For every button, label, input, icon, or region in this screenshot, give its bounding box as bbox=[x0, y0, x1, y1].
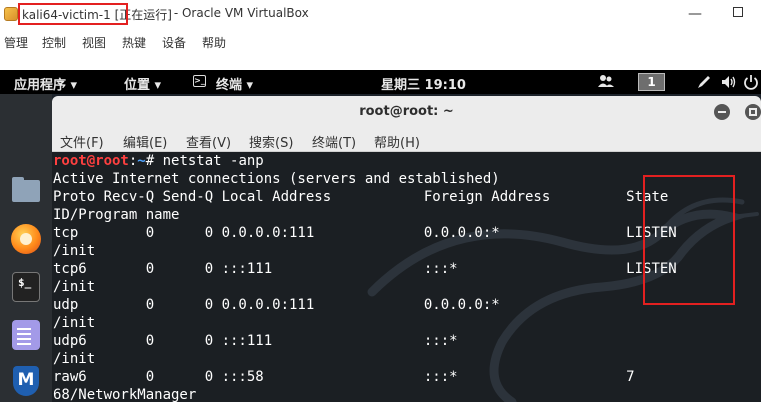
terminal-output-line: udp6 0 0 :::111 :::* bbox=[53, 333, 458, 349]
dock: $_ M bbox=[0, 94, 52, 402]
volume-icon[interactable] bbox=[721, 74, 737, 94]
terminal-app-menu[interactable]: 终端 ▾ bbox=[216, 74, 253, 93]
vbox-menu-view[interactable]: 视图 bbox=[82, 34, 106, 51]
pen-icon[interactable] bbox=[696, 74, 712, 94]
terminal-minimize-button[interactable] bbox=[714, 104, 730, 120]
terminal-titlebar[interactable]: root@root: ~ bbox=[52, 96, 761, 127]
terminal-output-line: Active Internet connections (servers and… bbox=[53, 171, 500, 187]
terminal-output-line: Proto Recv-Q Send-Q Local Address Foreig… bbox=[53, 189, 669, 205]
terminal-output-line: /init bbox=[53, 351, 96, 367]
terminal-output-line: /init bbox=[53, 279, 96, 295]
power-icon[interactable] bbox=[743, 74, 759, 94]
terminal-icon[interactable]: $_ bbox=[10, 272, 42, 302]
files-icon[interactable] bbox=[10, 176, 42, 206]
virtualbox-app-icon bbox=[4, 7, 18, 21]
terminal-output-line: tcp6 0 0 :::111 :::* LISTEN bbox=[53, 261, 677, 277]
places-menu[interactable]: 位置 ▾ bbox=[124, 74, 161, 93]
terminal-output[interactable]: root@root:~# netstat -anp Active Interne… bbox=[52, 152, 761, 402]
terminal-output-line: /init bbox=[53, 243, 96, 259]
vbox-menu-manage[interactable]: 管理 bbox=[4, 34, 28, 51]
terminal-output-line: /init bbox=[53, 315, 96, 331]
terminal-small-icon: >_ bbox=[193, 75, 206, 87]
vbox-toolbar-gap bbox=[0, 52, 761, 70]
terminal-menu-terminal[interactable]: 终端(T) bbox=[312, 132, 356, 151]
terminal-menu-view[interactable]: 查看(V) bbox=[186, 132, 231, 151]
terminal-title: root@root: ~ bbox=[359, 104, 454, 119]
terminal-output-line: raw6 0 0 :::58 :::* 7 bbox=[53, 369, 635, 385]
terminal-output-line: ID/Program name bbox=[53, 207, 180, 223]
terminal-menubar: 文件(F) 编辑(E) 查看(V) 搜索(S) 终端(T) 帮助(H) bbox=[52, 127, 761, 152]
clock[interactable]: 星期三 19:10 bbox=[381, 74, 466, 93]
terminal-output-line: 68/NetworkManager bbox=[53, 387, 197, 402]
workspace-indicator[interactable]: 1 bbox=[638, 73, 665, 91]
gnome-top-bar: 应用程序 ▾ 位置 ▾ >_ 终端 ▾ 星期三 19:10 1 bbox=[0, 70, 761, 94]
title-highlight-box bbox=[18, 3, 128, 25]
prompt-user: root@root bbox=[53, 153, 129, 169]
vbox-menu-help[interactable]: 帮助 bbox=[202, 34, 226, 51]
terminal-command: netstat -anp bbox=[162, 153, 264, 169]
terminal-prompt-line: root@root:~# netstat -anp bbox=[53, 152, 677, 170]
vbox-titlebar: kali64-victim-1 [正在运行] - Oracle VM Virtu… bbox=[0, 0, 761, 30]
state-column-highlight-box bbox=[643, 175, 735, 305]
people-icon[interactable] bbox=[598, 74, 614, 92]
terminal-menu-search[interactable]: 搜索(S) bbox=[249, 132, 293, 151]
vbox-menu-devices[interactable]: 设备 bbox=[162, 34, 186, 51]
vbox-menubar: 管理 控制 视图 热键 设备 帮助 bbox=[0, 30, 761, 52]
terminal-menu-edit[interactable]: 编辑(E) bbox=[123, 132, 167, 151]
terminal-output-line: udp 0 0 0.0.0.0:111 0.0.0.0:* bbox=[53, 297, 500, 313]
maximize-button[interactable] bbox=[733, 7, 743, 17]
vbox-menu-control[interactable]: 控制 bbox=[42, 34, 66, 51]
prompt-path: ~ bbox=[137, 153, 146, 169]
firefox-icon[interactable] bbox=[10, 224, 42, 254]
metasploit-icon[interactable]: M bbox=[10, 366, 42, 396]
applications-menu[interactable]: 应用程序 ▾ bbox=[14, 74, 77, 93]
terminal-menu-help[interactable]: 帮助(H) bbox=[374, 132, 420, 151]
terminal-window: root@root: ~ 文件(F) 编辑(E) 查看(V) 搜索(S) 终端(… bbox=[52, 96, 761, 402]
terminal-menu-file[interactable]: 文件(F) bbox=[60, 132, 104, 151]
minimize-button[interactable]: — bbox=[687, 6, 703, 22]
terminal-output-line: tcp 0 0 0.0.0.0:111 0.0.0.0:* LISTEN bbox=[53, 225, 677, 241]
vbox-menu-hotkey[interactable]: 热键 bbox=[122, 34, 146, 51]
terminal-maximize-button[interactable] bbox=[745, 104, 761, 120]
prompt-symbol: # bbox=[145, 153, 163, 169]
vbox-title-app: - Oracle VM VirtualBox bbox=[170, 6, 309, 20]
text-editor-icon[interactable] bbox=[10, 320, 42, 350]
guest-display: 应用程序 ▾ 位置 ▾ >_ 终端 ▾ 星期三 19:10 1 $_ M roo… bbox=[0, 70, 761, 402]
